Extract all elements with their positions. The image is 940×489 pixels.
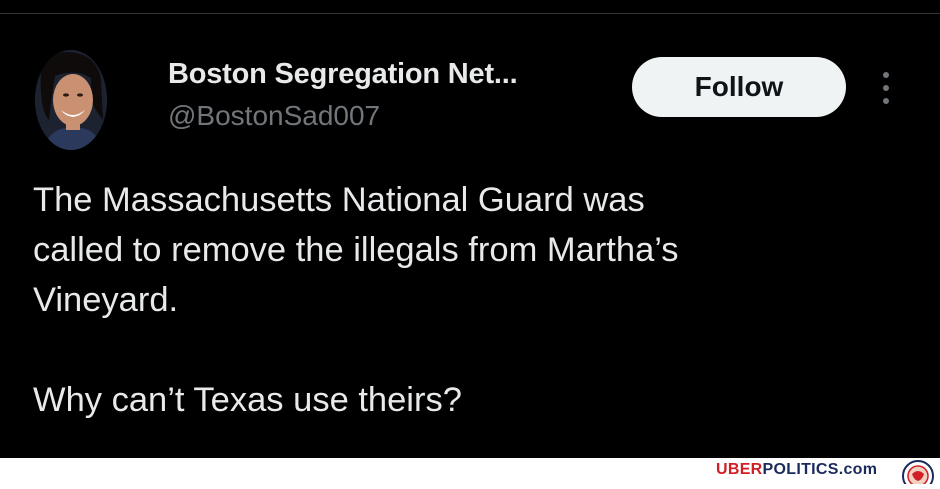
watermark: UBERPOLITICS.com xyxy=(716,461,877,479)
display-name[interactable]: Boston Segregation Net... xyxy=(168,58,518,91)
follow-button-label: Follow xyxy=(694,71,784,102)
divider xyxy=(0,13,940,14)
uberpolitics-seal-icon xyxy=(898,458,938,489)
tweet-line: Vineyard. xyxy=(33,281,179,319)
watermark-part-1: UBER xyxy=(716,461,763,478)
user-handle[interactable]: @BostonSad007 xyxy=(168,100,380,132)
watermark-part-2: POLITICS.com xyxy=(762,461,878,478)
tweet-line: The Massachusetts National Guard was xyxy=(33,181,645,219)
tweet-text: The Massachusetts National Guard was cal… xyxy=(33,175,913,425)
follow-button[interactable]: Follow xyxy=(632,57,846,117)
tweet-card: Boston Segregation Net... @BostonSad007 … xyxy=(0,0,940,458)
tweet-line: Why can’t Texas use theirs? xyxy=(33,381,462,419)
avatar[interactable] xyxy=(35,50,107,150)
more-options-icon[interactable] xyxy=(876,68,896,108)
tweet-line: called to remove the illegals from Marth… xyxy=(33,231,679,269)
